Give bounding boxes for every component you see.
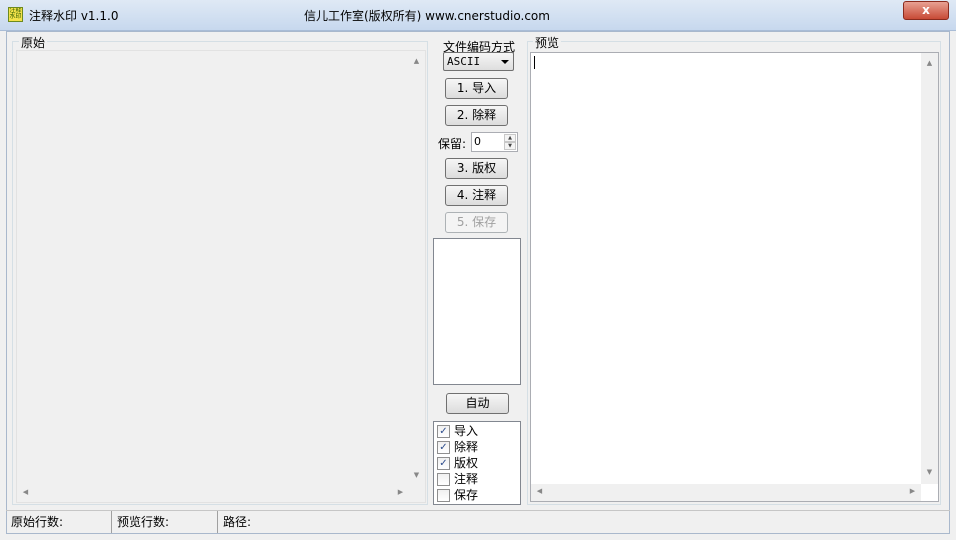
scroll-down-icon[interactable]: ▼ <box>408 471 425 479</box>
spin-down-icon[interactable]: ▼ <box>504 142 516 150</box>
save-button[interactable]: 5. 保存 <box>445 212 508 233</box>
check-item-save[interactable]: 保存 <box>434 487 520 503</box>
check-label-save: 保存 <box>454 488 479 502</box>
keep-label: 保留: <box>438 137 467 151</box>
preview-label: 预览 <box>533 34 562 51</box>
scroll-right-icon[interactable]: ▶ <box>392 488 409 496</box>
check-item-annotate[interactable]: 注释 <box>434 471 520 487</box>
status-bar: 原始行数: 预览行数: 路径: <box>6 510 950 534</box>
spin-up-icon[interactable]: ▲ <box>504 134 516 142</box>
scroll-left-icon[interactable]: ◀ <box>17 488 34 496</box>
check-item-remove[interactable]: ✓ 除释 <box>434 439 520 455</box>
original-lines-status: 原始行数: <box>6 511 112 533</box>
scroll-down-icon[interactable]: ▼ <box>921 468 938 476</box>
info-listbox[interactable] <box>433 238 521 385</box>
scroll-left-icon[interactable]: ◀ <box>531 487 548 495</box>
check-label-copyright: 版权 <box>454 456 479 470</box>
copyright-button[interactable]: 3. 版权 <box>445 158 508 179</box>
check-item-copyright[interactable]: ✓ 版权 <box>434 455 520 471</box>
annotate-button[interactable]: 4. 注释 <box>445 185 508 206</box>
scroll-right-icon[interactable]: ▶ <box>904 487 921 495</box>
auto-button[interactable]: 自动 <box>446 393 509 414</box>
original-vertical-scrollbar[interactable]: ▲ ▼ <box>408 51 425 487</box>
remove-comments-button[interactable]: 2. 除释 <box>445 105 508 126</box>
preview-lines-status: 预览行数: <box>112 511 218 533</box>
preview-vertical-scrollbar[interactable]: ▲ ▼ <box>921 53 938 484</box>
title-bar[interactable]: 注释水印 注释水印 v1.1.0 信儿工作室(版权所有) www.cnerstu… <box>0 0 956 31</box>
check-item-import[interactable]: ✓ 导入 <box>434 423 520 439</box>
encoding-value: ASCII <box>447 55 481 68</box>
original-label: 原始 <box>19 34 48 51</box>
original-textarea[interactable]: ▲ ▼ ◀ ▶ <box>16 50 426 503</box>
text-caret <box>534 56 535 69</box>
path-status: 路径: <box>223 515 252 529</box>
studio-title: 信儿工作室(版权所有) www.cnerstudio.com <box>304 9 550 23</box>
check-label-annotate: 注释 <box>454 472 479 486</box>
chevron-down-icon <box>501 60 509 64</box>
checkbox-import[interactable]: ✓ <box>437 425 450 438</box>
import-button[interactable]: 1. 导入 <box>445 78 508 99</box>
window-title: 注释水印 v1.1.0 <box>29 9 119 23</box>
checkbox-copyright[interactable]: ✓ <box>437 457 450 470</box>
scroll-up-icon[interactable]: ▲ <box>921 59 938 67</box>
app-logo-icon: 注释水印 <box>8 7 23 22</box>
original-horizontal-scrollbar[interactable]: ◀ ▶ <box>17 485 409 502</box>
check-label-import: 导入 <box>454 424 479 438</box>
keep-value: 0 <box>474 135 481 148</box>
checkbox-save[interactable] <box>437 489 450 502</box>
scroll-up-icon[interactable]: ▲ <box>408 57 425 65</box>
close-button[interactable]: x <box>903 1 949 20</box>
check-label-remove: 除释 <box>454 440 479 454</box>
keep-spinner[interactable]: 0 ▲ ▼ <box>471 132 518 152</box>
preview-textarea[interactable]: ▲ ▼ ◀ ▶ <box>530 52 939 502</box>
checkbox-annotate[interactable] <box>437 473 450 486</box>
preview-horizontal-scrollbar[interactable]: ◀ ▶ <box>531 484 921 501</box>
checkbox-remove[interactable]: ✓ <box>437 441 450 454</box>
step-checklist: ✓ 导入 ✓ 除释 ✓ 版权 注释 保存 <box>433 421 521 505</box>
encoding-select[interactable]: ASCII <box>443 52 514 71</box>
